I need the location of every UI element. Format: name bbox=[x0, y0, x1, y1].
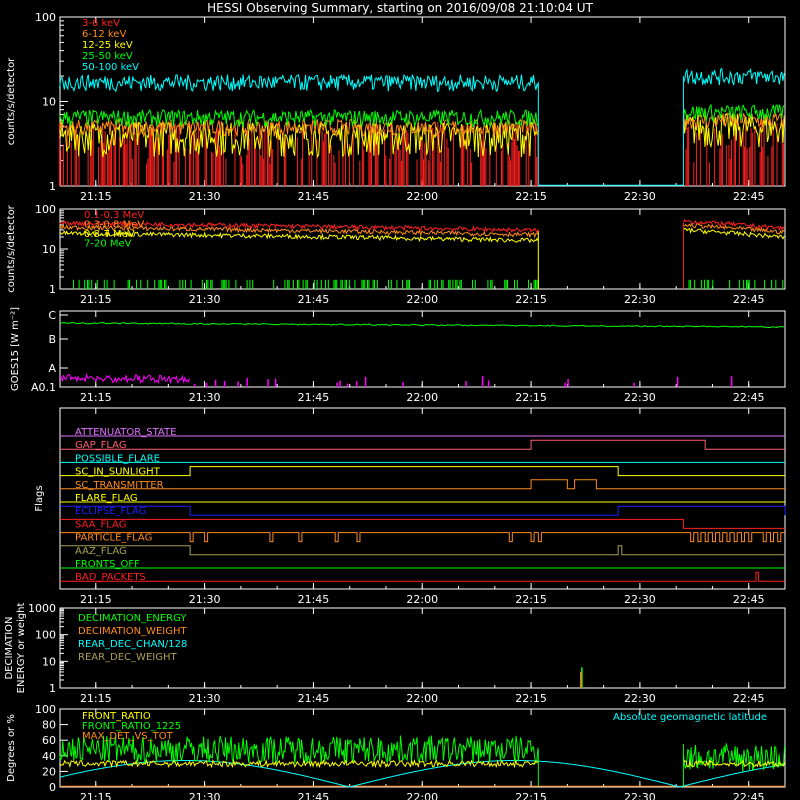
flags-panel-ylabel: Flags bbox=[34, 485, 45, 511]
decimation-panel-xtick-label: 22:30 bbox=[624, 692, 656, 705]
goes-ytick-label: A bbox=[48, 362, 56, 375]
high-energy-panel-xtick-label: 22:15 bbox=[515, 293, 547, 306]
decimation-panel-xtick-label: 21:45 bbox=[298, 692, 330, 705]
flags-panel-xtick-label: 22:30 bbox=[624, 593, 656, 606]
flags-panel-xtick-label: 21:30 bbox=[189, 593, 221, 606]
legend-3-6-kev: 3-6 keV bbox=[82, 18, 120, 29]
decimation-panel-ylabel-2: ENERGY or weight bbox=[16, 603, 27, 694]
legend-rear_dec_weight: REAR_DEC_WEIGHT bbox=[78, 652, 177, 663]
high-energy-panel-xtick-label: 21:45 bbox=[298, 293, 330, 306]
goes-ytick-label: A0.1 bbox=[31, 381, 56, 394]
ratio-ytick-label: 60 bbox=[42, 734, 56, 747]
decimation-panel-xtick-label: 22:00 bbox=[406, 692, 438, 705]
legend-12-25-kev: 12-25 keV bbox=[82, 40, 133, 51]
low-energy-panel-xtick-label: 21:45 bbox=[298, 190, 330, 203]
low-energy-panel-xtick-label: 22:30 bbox=[624, 190, 656, 203]
flags-panel-xtick-label: 21:45 bbox=[298, 593, 330, 606]
goes-ytick-label: B bbox=[48, 333, 56, 346]
legend-6-12-kev: 6-12 keV bbox=[82, 29, 126, 40]
flags-panel-xtick-label: 22:15 bbox=[515, 593, 547, 606]
legend-max_det_vs_tot: MAX_DET_VS_TOT bbox=[82, 731, 174, 742]
ratio-ytick-label: 20 bbox=[42, 765, 56, 778]
low-energy-panel-xtick-label: 22:00 bbox=[406, 190, 438, 203]
decimation-ytick-label: 1 bbox=[49, 682, 56, 695]
ratio-panel-ylabel: Degrees or % bbox=[6, 714, 17, 782]
legend-50-100-kev: 50-100 keV bbox=[82, 62, 139, 73]
observing-summary-plot: HESSI Observing Summary, starting on 201… bbox=[0, 0, 800, 800]
flags-panel-xtick-label: 21:15 bbox=[80, 593, 112, 606]
ratio-panel-xtick-label: 22:00 bbox=[406, 791, 438, 800]
goes-panel-xtick-label: 22:00 bbox=[406, 391, 438, 404]
decimation-panel-xtick-label: 22:45 bbox=[733, 692, 765, 705]
goes-panel-xtick-label: 21:45 bbox=[298, 391, 330, 404]
goes-panel-xtick-label: 22:45 bbox=[733, 391, 765, 404]
ratio-panel-xtick-label: 22:30 bbox=[624, 791, 656, 800]
flag-label-aaz_flag: AAZ_FLAG bbox=[75, 546, 127, 557]
flags-panel-xtick-label: 22:45 bbox=[733, 593, 765, 606]
low-energy-panel-ylabel: counts/s/detector bbox=[6, 57, 17, 145]
low-energy-ytick-label: 10 bbox=[42, 96, 56, 109]
ratio-ytick-label: 100 bbox=[35, 703, 56, 716]
goes-panel-xtick-label: 21:15 bbox=[80, 391, 112, 404]
decimation-ytick-label: 100 bbox=[35, 629, 56, 642]
goes-panel-xtick-label: 22:15 bbox=[515, 391, 547, 404]
low-energy-panel-xtick-label: 21:30 bbox=[189, 190, 221, 203]
ratio-panel-xtick-label: 22:45 bbox=[733, 791, 765, 800]
low-energy-ytick-label: 100 bbox=[35, 11, 56, 24]
decimation-ytick-label: 1000 bbox=[28, 602, 56, 615]
decimation-panel-xtick-label: 21:30 bbox=[189, 692, 221, 705]
goes-panel-ylabel: GOES15 [W m⁻²] bbox=[10, 307, 21, 391]
goes-panel-xtick-label: 21:30 bbox=[189, 391, 221, 404]
high-energy-ytick-label: 10 bbox=[42, 243, 56, 256]
legend-7-20-mev: 7-20 MeV bbox=[84, 239, 132, 250]
high-energy-ytick-label: 1 bbox=[49, 283, 56, 296]
flag-label-saa_flag: SAA_FLAG bbox=[75, 519, 126, 530]
goes-panel-xtick-label: 22:30 bbox=[624, 391, 656, 404]
low-energy-panel-xtick-label: 21:15 bbox=[80, 190, 112, 203]
goes-ytick-label: C bbox=[48, 309, 56, 322]
legend-rear_dec_chan-128: REAR_DEC_CHAN/128 bbox=[78, 639, 187, 650]
high-energy-ytick-label: 100 bbox=[35, 203, 56, 216]
flag-label-eclipse_flag: ECLIPSE_FLAG bbox=[75, 506, 146, 517]
high-energy-panel-xtick-label: 22:45 bbox=[733, 293, 765, 306]
low-energy-ytick-label: 1 bbox=[49, 180, 56, 193]
chart-title: HESSI Observing Summary, starting on 201… bbox=[207, 1, 593, 15]
decimation-panel-xtick-label: 21:15 bbox=[80, 692, 112, 705]
ratio-panel-xtick-label: 21:15 bbox=[80, 791, 112, 800]
ratio-panel-xtick-label: 21:30 bbox=[189, 791, 221, 800]
legend-25-50-kev: 25-50 keV bbox=[82, 51, 133, 62]
ratio-ytick-label: 40 bbox=[42, 750, 56, 763]
legend-decimation_energy: DECIMATION_ENERGY bbox=[78, 613, 187, 624]
high-energy-panel-xtick-label: 21:15 bbox=[80, 293, 112, 306]
decimation-panel-xtick-label: 22:15 bbox=[515, 692, 547, 705]
legend-decimation_weight: DECIMATION_WEIGHT bbox=[78, 626, 187, 637]
ratio-panel-xtick-label: 21:45 bbox=[298, 791, 330, 800]
flag-label-particle_flag: PARTICLE_FLAG bbox=[75, 533, 152, 544]
ratio-panel-xtick-label: 22:15 bbox=[515, 791, 547, 800]
low-energy-panel-xtick-label: 22:15 bbox=[515, 190, 547, 203]
low-energy-panel-xtick-label: 22:45 bbox=[733, 190, 765, 203]
ratio-ytick-label: 80 bbox=[42, 719, 56, 732]
legend-absolute-geomagnetic-latitude: Absolute geomagnetic latitude bbox=[613, 712, 767, 723]
decimation-panel-ylabel: DECIMATION bbox=[4, 616, 15, 679]
high-energy-panel-ylabel: counts/s/detector bbox=[6, 204, 17, 292]
ratio-ytick-label: 0 bbox=[49, 781, 56, 794]
high-energy-panel-xtick-label: 22:00 bbox=[406, 293, 438, 306]
high-energy-panel-xtick-label: 22:30 bbox=[624, 293, 656, 306]
flags-panel-xtick-label: 22:00 bbox=[406, 593, 438, 606]
high-energy-panel-xtick-label: 21:30 bbox=[189, 293, 221, 306]
decimation-ytick-label: 10 bbox=[42, 655, 56, 668]
